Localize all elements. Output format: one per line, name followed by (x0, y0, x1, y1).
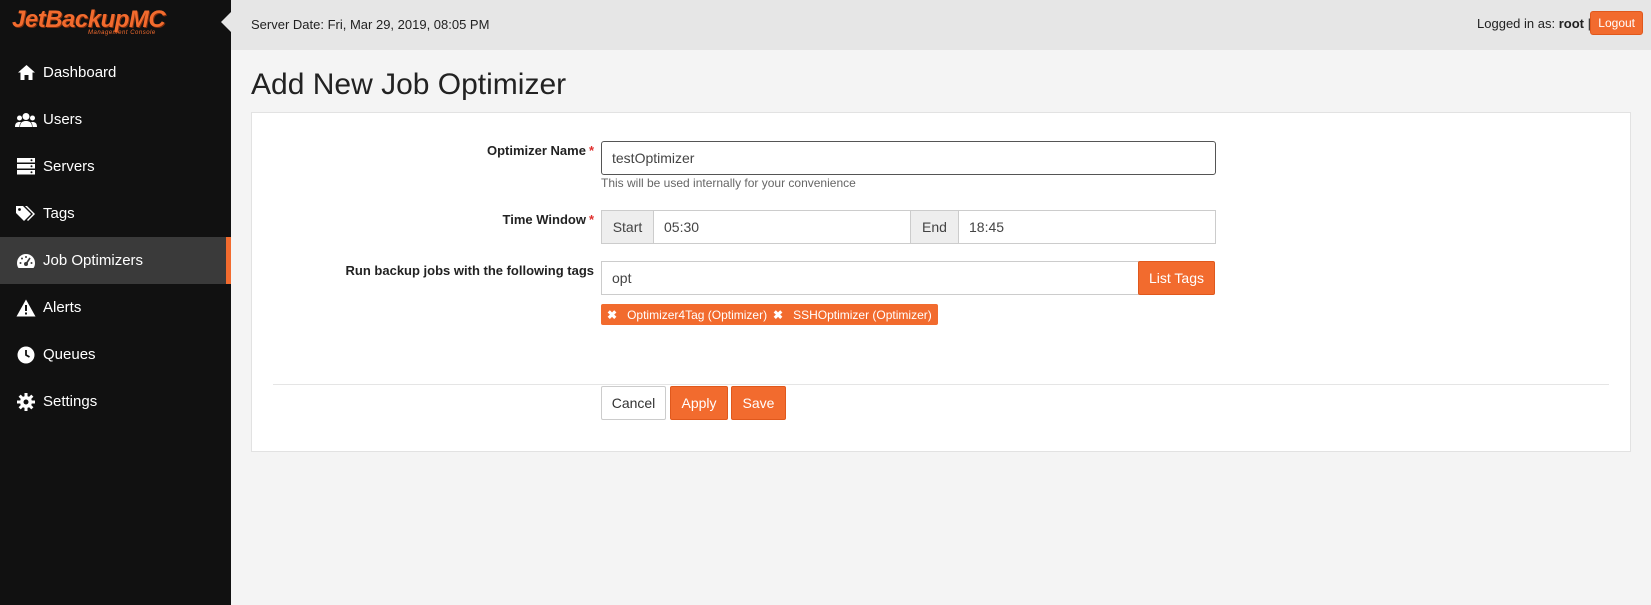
sidebar-item-label: Job Optimizers (43, 252, 144, 269)
end-addon: End (910, 210, 959, 244)
time-window-label: Time Window * (503, 212, 594, 227)
start-addon: Start (601, 210, 654, 244)
users-icon (15, 110, 37, 130)
optimizer-name-input[interactable]: testOptimizer (601, 141, 1216, 175)
selected-tag: ✖ Optimizer4Tag (Optimizer) (601, 304, 774, 325)
sidebar: JetBackupMC Management Console Dashboard… (0, 0, 231, 605)
sidebar-item-users[interactable]: Users (0, 96, 231, 143)
remove-tag-icon[interactable]: ✖ (773, 308, 783, 322)
server-date: Server Date: Fri, Mar 29, 2019, 08:05 PM (251, 17, 490, 32)
sidebar-item-settings[interactable]: Settings (0, 378, 231, 425)
tags-search-input[interactable]: opt (601, 261, 1139, 295)
home-icon (15, 63, 37, 83)
save-button[interactable]: Save (731, 386, 786, 420)
username: root (1558, 16, 1584, 31)
list-tags-button[interactable]: List Tags (1138, 261, 1215, 295)
page-title: Add New Job Optimizer (251, 68, 567, 101)
remove-tag-icon[interactable]: ✖ (607, 308, 617, 322)
sidebar-item-queues[interactable]: Queues (0, 331, 231, 378)
sidebar-item-label: Alerts (43, 299, 82, 316)
sidebar-item-job-optimizers[interactable]: Job Optimizers (0, 237, 231, 284)
selected-tag-label: SSHOptimizer (Optimizer) (793, 307, 932, 322)
sidebar-item-label: Queues (43, 346, 96, 363)
cancel-button[interactable]: Cancel (601, 386, 666, 420)
servers-icon (15, 157, 37, 177)
clock-icon (15, 345, 37, 365)
divider (273, 384, 1609, 385)
tags-icon (15, 204, 37, 224)
apply-button[interactable]: Apply (670, 386, 728, 420)
gauge-icon (15, 251, 37, 271)
optimizer-name-label: Optimizer Name * (487, 143, 594, 158)
sidebar-item-label: Tags (43, 205, 75, 222)
sidebar-notch (221, 12, 231, 32)
end-time-input[interactable]: 18:45 (958, 210, 1216, 244)
sidebar-item-label: Servers (43, 158, 95, 175)
sidebar-item-alerts[interactable]: Alerts (0, 284, 231, 331)
warning-icon (15, 298, 37, 318)
sidebar-item-servers[interactable]: Servers (0, 143, 231, 190)
sidebar-item-tags[interactable]: Tags (0, 190, 231, 237)
selected-tag: ✖ SSHOptimizer (Optimizer) (767, 304, 938, 325)
sidebar-nav: Dashboard Users Servers Tags Job Optimiz… (0, 49, 231, 425)
form-panel: Optimizer Name * testOptimizer This will … (251, 112, 1631, 452)
sidebar-item-label: Settings (43, 393, 98, 410)
required-marker: * (588, 212, 594, 227)
time-window-label-text: Time Window (502, 212, 586, 227)
logo-text: JetBackupMC (12, 6, 166, 33)
logged-in-info: Logged in as: root | (1477, 16, 1591, 31)
app-logo[interactable]: JetBackupMC Management Console (0, 0, 231, 46)
logout-button[interactable]: Logout (1590, 11, 1643, 35)
tags-label: Run backup jobs with the following tags (345, 263, 594, 278)
sidebar-item-dashboard[interactable]: Dashboard (0, 49, 231, 96)
sidebar-item-label: Dashboard (43, 64, 117, 81)
logo-subtitle: Management Console (88, 30, 156, 36)
required-marker: * (588, 143, 594, 158)
gear-icon (15, 392, 37, 412)
optimizer-name-label-text: Optimizer Name (486, 143, 586, 158)
logged-in-prefix: Logged in as: (1477, 16, 1559, 31)
selected-tag-label: Optimizer4Tag (Optimizer) (627, 307, 768, 322)
optimizer-name-help: This will be used internally for your co… (601, 176, 856, 190)
sidebar-item-label: Users (43, 111, 83, 128)
start-time-input[interactable]: 05:30 (653, 210, 911, 244)
topbar: Server Date: Fri, Mar 29, 2019, 08:05 PM… (231, 0, 1651, 50)
